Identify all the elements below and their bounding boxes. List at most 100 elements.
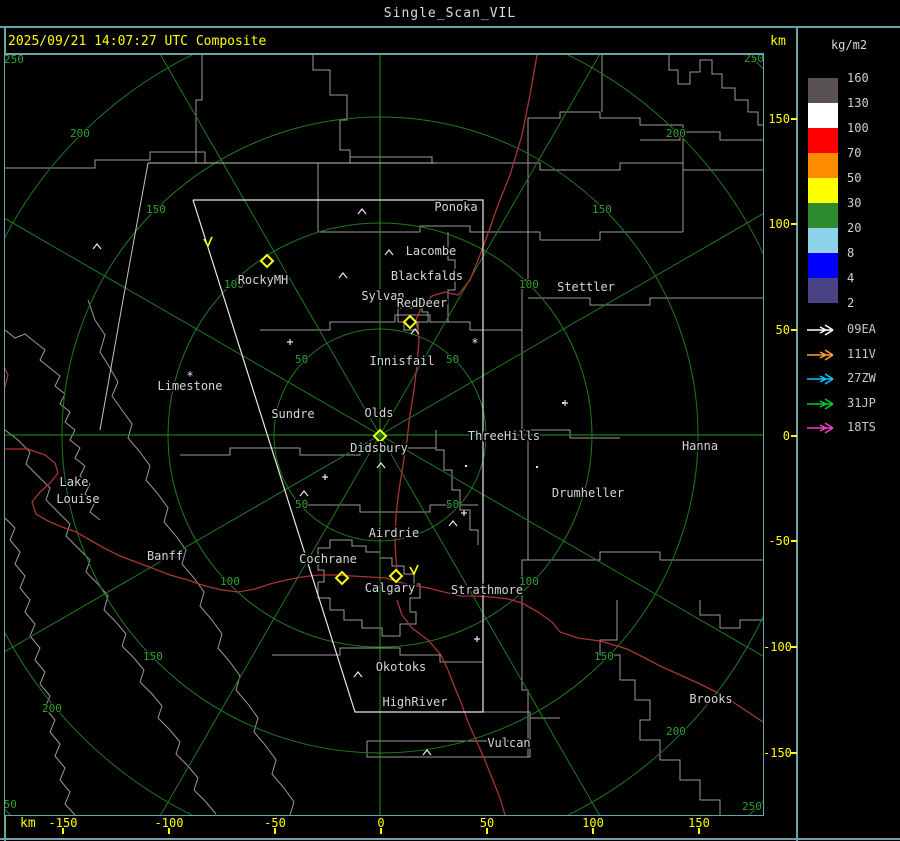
color-scale-value: 4 [847, 271, 855, 285]
town-cross-marker [461, 510, 467, 516]
county-boundary [528, 551, 763, 561]
track-arrow-icon [806, 322, 840, 341]
highway-line [5, 366, 9, 389]
right-axis-tick-label: -50 [768, 534, 790, 548]
city-label: ThreeHills [468, 429, 540, 443]
city-label: Vulcan [487, 736, 530, 750]
mountain-boundary [5, 517, 76, 815]
city-label: Blackfalds [391, 269, 463, 283]
peak-marker [422, 749, 432, 756]
peak-marker [384, 249, 394, 256]
city-label: Innisfail [369, 354, 434, 368]
titlebar-divider [0, 26, 900, 28]
map-canvas[interactable]: 50 5050 50100 100100 100150 150150 150200 20020… [5, 55, 763, 815]
right-axis-tick-label: -150 [763, 746, 792, 760]
track-arrow-icon [806, 371, 840, 390]
town-cross-marker [322, 474, 328, 480]
city-label: Calgary [365, 581, 416, 595]
axis-unit-top-right: km [770, 34, 786, 49]
color-scale-value: 20 [847, 221, 862, 235]
peak-marker [448, 520, 458, 527]
bottom-axis-tick-mark [486, 828, 488, 834]
right-axis-tick-label: 50 [775, 323, 790, 337]
track-arrow-icon [806, 396, 840, 415]
ring-distance-label: 50 [446, 353, 459, 366]
mountain-boundary [5, 429, 217, 815]
county-boundary [668, 55, 763, 126]
city-label: HighRiver [382, 695, 447, 709]
color-scale-value: 50 [847, 171, 862, 185]
bottom-axis-tick-mark [698, 828, 700, 834]
city-label: Cochrane [299, 552, 357, 566]
bottom-axis-tick-mark [168, 828, 170, 834]
color-scale-block [808, 253, 838, 278]
city-label: Airdrie [369, 526, 420, 540]
ring-distance-label: 150 [146, 203, 166, 216]
city-label: Banff [147, 549, 183, 563]
county-boundary [528, 429, 620, 439]
radar-app-window: Single_Scan_VIL 2025/09/21 14:07:27 UTC … [0, 0, 900, 841]
right-axis-tick-label: -100 [763, 640, 792, 654]
color-scale-block [808, 228, 838, 253]
county-boundary [640, 131, 763, 141]
peak-marker [353, 671, 363, 678]
county-boundary [599, 600, 721, 815]
ring-distance-label: 100 [519, 278, 539, 291]
city-label: Lacombe [406, 244, 457, 258]
county-boundary [312, 55, 351, 163]
dot-marker [465, 465, 467, 467]
right-axis-tick-mark [791, 329, 797, 331]
radar-site-marker [402, 314, 418, 330]
star-marker: * [471, 336, 478, 350]
bottom-axis-tick-mark [274, 828, 276, 834]
ring-distance-label: 250 [5, 55, 24, 66]
ring-distance-label: 150 [143, 650, 163, 663]
color-scale-value: 160 [847, 71, 869, 85]
city-label: Brooks [689, 692, 732, 706]
color-scale-block [808, 203, 838, 228]
dot-marker [536, 466, 538, 468]
track-id-label: 18TS [847, 420, 876, 434]
town-cross-marker [474, 636, 480, 642]
axis-unit-bottom: km [20, 816, 36, 831]
peak-marker [376, 462, 386, 469]
right-axis-tick-label: 100 [768, 217, 790, 231]
track-arrow-icon [806, 347, 840, 366]
right-axis-tick-label: 150 [768, 112, 790, 126]
county-boundary [318, 225, 683, 241]
peak-marker [338, 272, 348, 279]
bottom-border [0, 838, 900, 840]
legend-unit-label: kg/m2 [830, 38, 868, 52]
track-id-label: 31JP [847, 396, 876, 410]
right-axis-tick-mark [791, 118, 797, 120]
city-label: Louise [56, 492, 99, 506]
county-boundary [483, 711, 560, 719]
right-axis-tick-mark [791, 752, 797, 754]
right-axis-tick-mark [791, 646, 797, 648]
timestamp-label: 2025/09/21 14:07:27 UTC Composite [8, 34, 267, 49]
county-boundary [5, 151, 763, 171]
city-label: Hanna [682, 439, 718, 453]
color-scale-value: 8 [847, 246, 855, 260]
city-label: RedDeer [397, 296, 448, 310]
ring-distance-label: 50 [295, 498, 308, 511]
ring-distance-label: 150 [594, 650, 614, 663]
radar-site-marker [334, 570, 350, 586]
ring-distance-label: 250 [742, 800, 762, 813]
dot-marker [562, 402, 564, 404]
city-label: Limestone [157, 379, 222, 393]
color-scale-block [808, 78, 838, 103]
ring-distance-label: 150 [592, 203, 612, 216]
city-label: Okotoks [376, 660, 427, 674]
ring-distance-label: 200 [666, 725, 686, 738]
ring-distance-label: 250 [744, 55, 763, 65]
title-bar: Single_Scan_VIL [0, 0, 900, 26]
bottom-axis-tick-mark [592, 828, 594, 834]
radar-site-marker [259, 253, 275, 269]
ring-distance-label: 200 [42, 702, 62, 715]
county-boundary [528, 111, 683, 126]
ring-distance-label: 50 [446, 498, 459, 511]
peak-marker [299, 490, 309, 497]
color-scale-value: 30 [847, 196, 862, 210]
city-label: Olds [365, 406, 394, 420]
